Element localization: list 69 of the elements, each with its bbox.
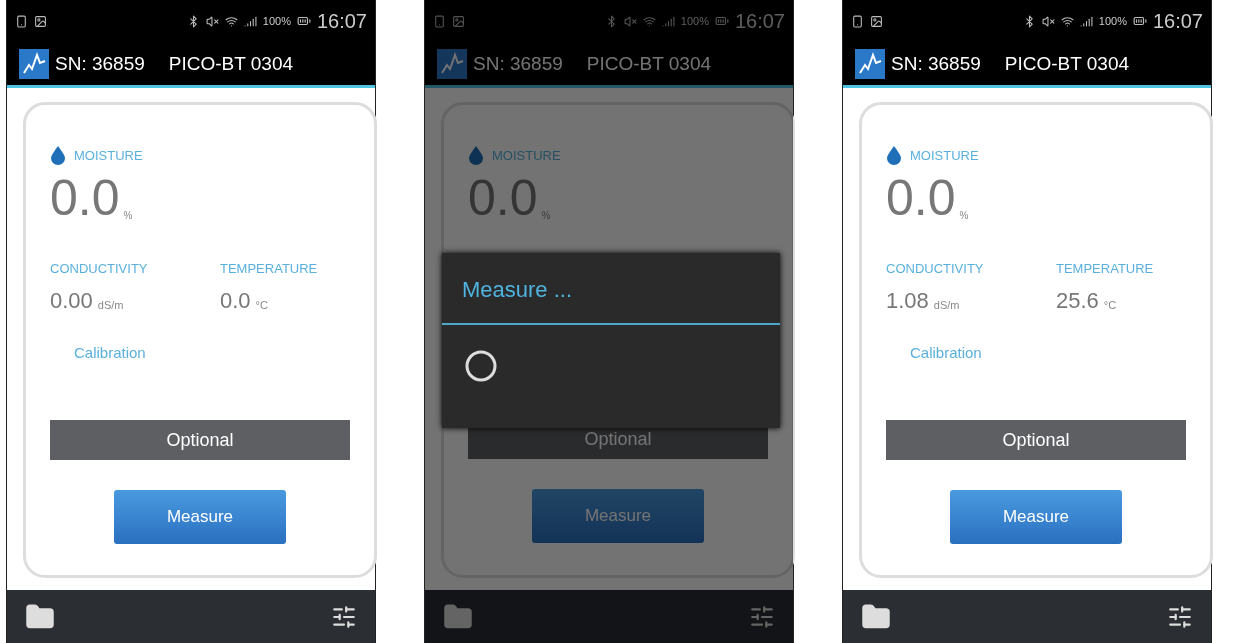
wifi-icon (642, 14, 656, 28)
moisture-value: 0.0 (886, 169, 956, 227)
moisture-label: MOISTURE (492, 147, 561, 163)
temperature-value: 25.6 (1056, 288, 1099, 314)
serial-number: SN: 36859 (473, 52, 563, 75)
mute-icon (1041, 14, 1055, 28)
clock-time: 16:07 (1152, 9, 1203, 33)
temperature-value: 0.0 (220, 288, 251, 314)
clock-time: 16:07 (734, 9, 785, 33)
device-name: PICO-BT 0304 (1004, 52, 1130, 75)
moisture-value: 0.0 (468, 169, 538, 227)
signal-icon (661, 14, 675, 28)
measure-button[interactable]: Measure (950, 490, 1122, 544)
settings-sliders-icon[interactable] (749, 603, 775, 630)
notification-icon (452, 14, 465, 28)
app-logo-icon (855, 48, 885, 79)
notification-icon (851, 14, 864, 28)
calibration-link[interactable]: Calibration (74, 344, 350, 362)
app-logo-icon (19, 48, 49, 79)
notification-icon (15, 14, 28, 28)
battery-level: 100% (262, 15, 291, 27)
loading-spinner-icon (464, 349, 498, 383)
battery-level: 100% (1098, 15, 1127, 27)
calibration-link[interactable]: Calibration (910, 344, 1186, 362)
conductivity-value: 0.00 (50, 288, 93, 314)
battery-icon (714, 14, 729, 28)
water-drop-icon (468, 145, 484, 165)
battery-icon (296, 14, 311, 28)
serial-number: SN: 36859 (55, 52, 145, 75)
temperature-label: TEMPERATURE (220, 261, 319, 276)
settings-sliders-icon[interactable] (331, 603, 357, 630)
temperature-label: TEMPERATURE (1056, 261, 1155, 276)
signal-icon (243, 14, 257, 28)
moisture-unit: % (123, 210, 133, 221)
battery-level: 100% (680, 15, 709, 27)
temperature-unit: °C (1103, 299, 1117, 311)
serial-number: SN: 36859 (891, 52, 981, 75)
battery-icon (1132, 14, 1147, 28)
conductivity-unit: dS/m (933, 299, 960, 311)
optional-button[interactable]: Optional (50, 420, 350, 460)
settings-sliders-icon[interactable] (1167, 603, 1193, 630)
signal-icon (1079, 14, 1093, 28)
wifi-icon (224, 14, 238, 28)
water-drop-icon (886, 145, 902, 165)
mute-icon (623, 14, 637, 28)
wifi-icon (1060, 14, 1074, 28)
measure-button[interactable]: Measure (114, 490, 286, 544)
clock-time: 16:07 (316, 9, 367, 33)
optional-button[interactable]: Optional (886, 420, 1186, 460)
measure-button[interactable]: Measure (532, 489, 704, 543)
moisture-label: MOISTURE (910, 147, 979, 163)
mute-icon (205, 14, 219, 28)
dialog-title: Measure ... (442, 253, 780, 325)
water-drop-icon (50, 145, 66, 165)
moisture-value: 0.0 (50, 169, 120, 227)
device-name: PICO-BT 0304 (586, 52, 712, 75)
notification-icon (34, 14, 47, 28)
conductivity-unit: dS/m (97, 299, 124, 311)
notification-icon (870, 14, 883, 28)
moisture-unit: % (959, 210, 969, 221)
conductivity-label: CONDUCTIVITY (886, 261, 985, 276)
device-name: PICO-BT 0304 (168, 52, 294, 75)
temperature-unit: °C (255, 299, 268, 311)
notification-icon (433, 14, 446, 28)
conductivity-value: 1.08 (886, 288, 929, 314)
app-logo-icon (437, 48, 467, 79)
moisture-label: MOISTURE (74, 147, 143, 163)
conductivity-label: CONDUCTIVITY (50, 261, 149, 276)
moisture-unit: % (541, 210, 551, 221)
